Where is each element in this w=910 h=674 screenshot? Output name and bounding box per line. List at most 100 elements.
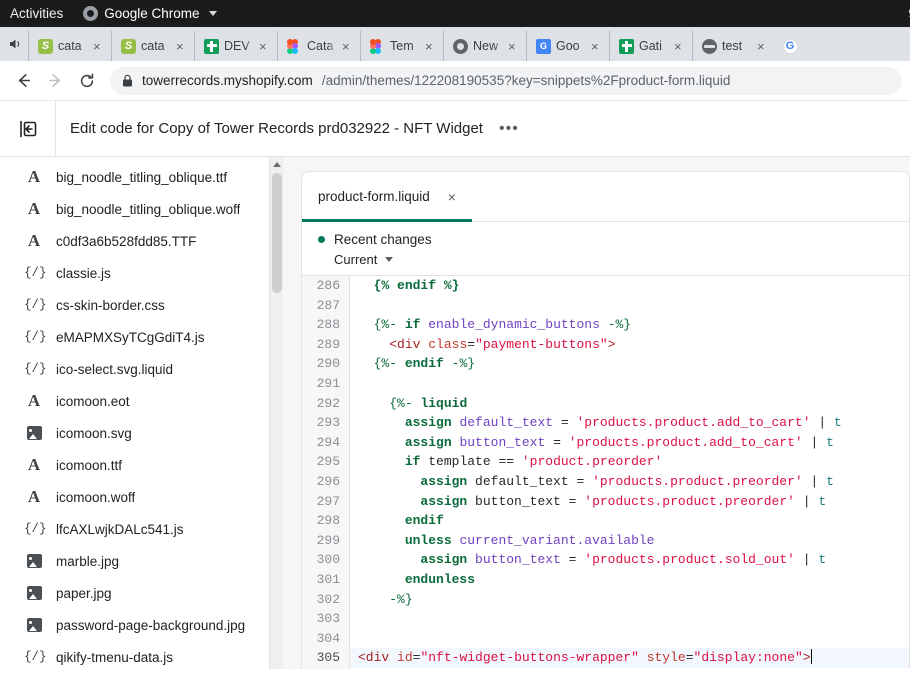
file-name-label: icomoon.ttf (56, 458, 122, 473)
code-token: t (826, 435, 834, 450)
close-icon[interactable]: × (508, 40, 522, 53)
version-select-label: Current (334, 252, 377, 267)
browser-tab[interactable]: Goo× (526, 31, 609, 61)
code-token (389, 650, 397, 665)
code-line[interactable]: if template == 'product.preorder' (358, 452, 909, 472)
code-line[interactable]: endif (358, 511, 909, 531)
code-line[interactable]: assign button_text = 'products.product.p… (358, 492, 909, 512)
code-line[interactable]: assign button_text = 'products.product.s… (358, 550, 909, 570)
code-line[interactable]: -%} (358, 590, 909, 610)
file-list-item[interactable]: Ac0df3a6b528fdd85.TTF (0, 225, 283, 257)
file-list-item[interactable]: {/}ico-select.svg.liquid (0, 353, 283, 385)
tab-audio-icon[interactable] (2, 27, 28, 61)
forward-arrow-icon[interactable] (40, 66, 70, 96)
browser-tab[interactable]: Tem× (360, 31, 443, 61)
code-token: -%} (608, 317, 631, 332)
code-line[interactable]: {%- endif -%} (358, 354, 909, 374)
back-arrow-icon[interactable] (8, 66, 38, 96)
code-token: | (803, 435, 826, 450)
code-token (358, 317, 374, 332)
file-list-item[interactable]: Aicomoon.ttf (0, 449, 283, 481)
close-icon[interactable]: × (591, 40, 605, 53)
code-line[interactable]: assign button_text = 'products.product.a… (358, 433, 909, 453)
code-line[interactable]: {%- if enable_dynamic_buttons -%} (358, 315, 909, 335)
font-file-icon: A (24, 391, 44, 411)
code-line[interactable]: {% endif %} (358, 276, 909, 296)
code-token: t (826, 474, 834, 489)
file-list-item[interactable]: password-page-background.jpg (0, 609, 283, 641)
code-token: "payment-buttons" (475, 337, 608, 352)
code-token (358, 454, 405, 469)
close-icon[interactable]: × (425, 40, 439, 53)
browser-tab[interactable]: DEV× (194, 31, 277, 61)
browser-tab[interactable]: New× (443, 31, 526, 61)
code-line[interactable]: assign default_text = 'products.product.… (358, 472, 909, 492)
file-list-item[interactable]: icomoon.svg (0, 417, 283, 449)
file-list-item[interactable]: {/}cs-skin-border.css (0, 289, 283, 321)
code-area[interactable]: 2862872882892902912922932942952962972982… (302, 275, 909, 669)
code-line[interactable]: <div id="nft-widget-buttons-wrapper" sty… (350, 648, 909, 668)
close-icon[interactable]: × (674, 40, 688, 53)
file-list-scrollbar[interactable] (269, 157, 283, 669)
file-list-item[interactable]: {/}lfcAXLwjkDALc541.js (0, 513, 283, 545)
file-list-item[interactable]: {/}qikify-tmenu-data.js (0, 641, 283, 669)
code-token (358, 435, 405, 450)
browser-tabs: cata×cata×DEV×Cata×Tem×New×Goo×Gati×test… (28, 27, 775, 61)
code-line[interactable]: unless current_variant.available (358, 531, 909, 551)
globe-icon (702, 39, 717, 54)
docs-icon (536, 39, 551, 54)
close-icon[interactable]: × (259, 40, 273, 53)
code-content[interactable]: {% endif %} {%- if enable_dynamic_button… (350, 276, 909, 669)
close-icon[interactable]: × (448, 189, 456, 205)
file-name-label: password-page-background.jpg (56, 618, 245, 633)
code-line[interactable]: endunless (358, 570, 909, 590)
code-token (358, 337, 389, 352)
activities-button[interactable]: Activities (0, 6, 77, 21)
file-name-label: qikify-tmenu-data.js (56, 650, 173, 665)
close-icon[interactable]: × (757, 40, 771, 53)
file-list-item[interactable]: {/}classie.js (0, 257, 283, 289)
page-more-actions-button[interactable]: ••• (499, 120, 519, 138)
address-bar[interactable]: towerrecords.myshopify.com/admin/themes/… (110, 67, 902, 95)
editor-tab-product-form[interactable]: product-form.liquid × (302, 172, 472, 221)
font-file-icon: A (24, 199, 44, 219)
code-line[interactable]: <div class="payment-buttons"> (358, 335, 909, 355)
close-icon[interactable]: × (93, 40, 107, 53)
code-line[interactable] (358, 629, 909, 649)
exit-code-editor-icon[interactable] (0, 101, 56, 157)
scroll-up-arrow-icon[interactable] (270, 157, 283, 171)
active-app-menu[interactable]: Google Chrome (83, 6, 216, 21)
file-list-item[interactable]: marble.jpg (0, 545, 283, 577)
browser-toolbar: towerrecords.myshopify.com/admin/themes/… (0, 61, 910, 101)
file-list-item[interactable]: paper.jpg (0, 577, 283, 609)
code-token: == (491, 454, 522, 469)
url-path: /admin/themes/122208190535?key=snippets%… (322, 73, 731, 88)
code-token: = (686, 650, 694, 665)
close-icon[interactable]: × (176, 40, 190, 53)
browser-tab[interactable]: test× (692, 31, 775, 61)
code-line[interactable] (358, 296, 909, 316)
file-list-item[interactable]: Aicomoon.eot (0, 385, 283, 417)
browser-tab[interactable]: Gati× (609, 31, 692, 61)
code-line[interactable]: assign default_text = 'products.product.… (358, 413, 909, 433)
scrollbar-thumb[interactable] (272, 173, 282, 293)
file-list-item[interactable]: Abig_noodle_titling_oblique.woff (0, 193, 283, 225)
code-token: = (561, 552, 584, 567)
browser-tab[interactable]: cata× (28, 31, 111, 61)
code-token (639, 650, 647, 665)
code-line[interactable]: {%- liquid (358, 394, 909, 414)
close-icon[interactable]: × (342, 40, 356, 53)
code-line[interactable] (358, 609, 909, 629)
code-line[interactable] (358, 374, 909, 394)
file-list-item[interactable]: {/}eMAPMXSyTCgGdiT4.js (0, 321, 283, 353)
version-select[interactable]: Current (334, 252, 909, 267)
code-editor-pane: product-form.liquid × Recent changes Cur… (301, 157, 910, 669)
reload-icon[interactable] (72, 66, 102, 96)
browser-tab[interactable]: Cata× (277, 31, 360, 61)
file-list-item[interactable]: Abig_noodle_titling_oblique.ttf (0, 161, 283, 193)
browser-tab[interactable]: cata× (111, 31, 194, 61)
new-tab-favicon[interactable] (775, 31, 805, 61)
chrome-icon (453, 39, 468, 54)
code-token: = (569, 474, 592, 489)
file-list-item[interactable]: Aicomoon.woff (0, 481, 283, 513)
